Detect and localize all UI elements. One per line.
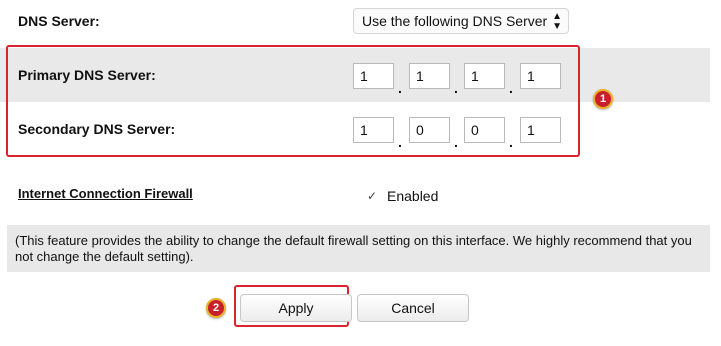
dns-server-select-value: Use the following DNS Server — [362, 13, 548, 29]
firewall-info-text: (This feature provides the ability to ch… — [7, 225, 710, 272]
dns-server-select[interactable]: Use the following DNS Server ▲ ▼ — [353, 8, 569, 34]
cancel-button[interactable]: Cancel — [357, 294, 469, 322]
apply-button[interactable]: Apply — [240, 294, 352, 322]
updown-arrows-icon: ▲ ▼ — [552, 11, 562, 32]
step-badge-2: 2 — [206, 298, 226, 318]
firewall-enabled-label: Enabled — [387, 188, 439, 204]
firewall-label: Internet Connection Firewall — [18, 186, 193, 201]
firewall-checkbox[interactable]: ✓ — [367, 189, 377, 203]
step-badge-1: 1 — [593, 89, 613, 109]
dns-server-label: DNS Server: — [18, 13, 100, 29]
dns-highlight-box — [6, 45, 580, 157]
